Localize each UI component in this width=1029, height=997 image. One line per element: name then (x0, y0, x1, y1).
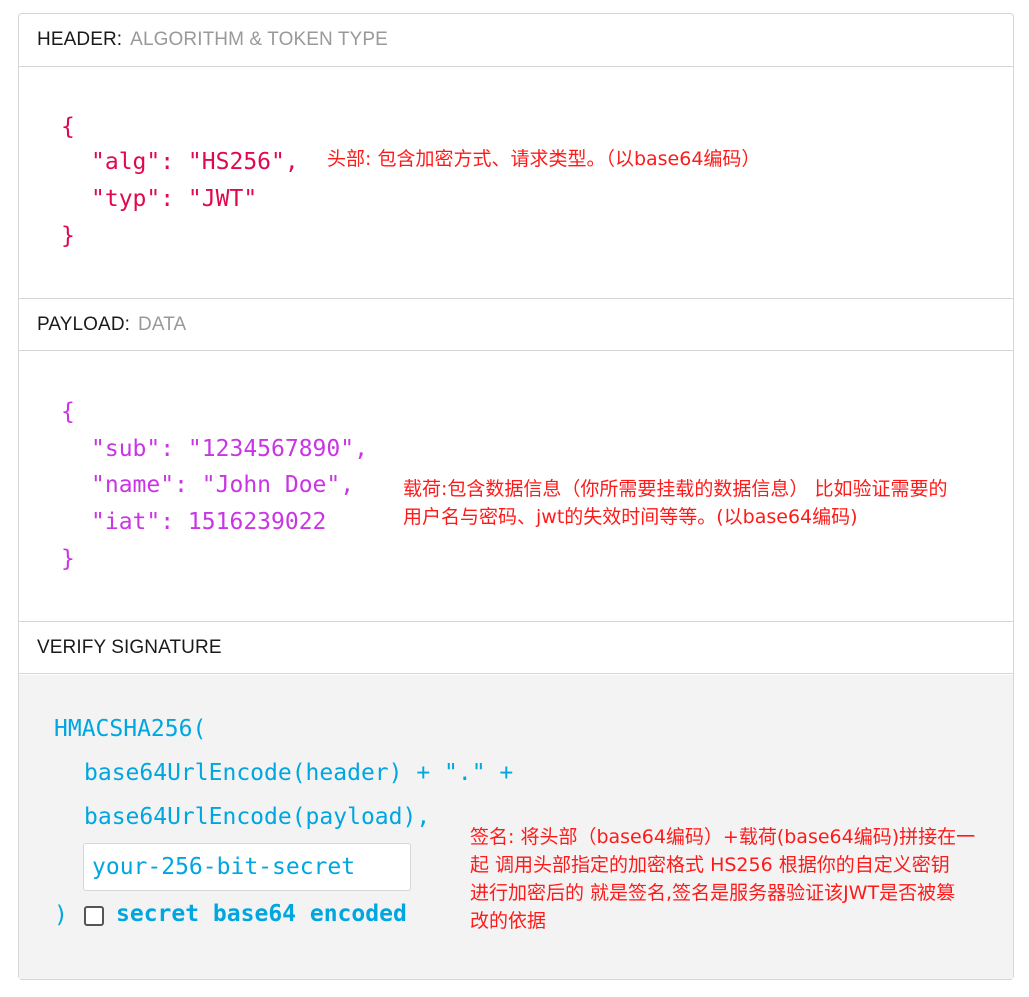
payload-title: PAYLOAD: (37, 313, 131, 335)
payload-name-line: "name": "John Doe", (91, 472, 355, 498)
payload-annotation-line2: 用户名与密码、jwt的失效时间等等。(以base64编码) (403, 506, 858, 528)
signature-annotation-line3: 进行加密后的 就是签名,签名是服务器验证该JWT是否被篡 (470, 882, 956, 904)
payload-section-title: PAYLOAD: DATA (19, 298, 1013, 351)
header-title: HEADER: (37, 29, 123, 50)
signature-close-paren: ) (54, 902, 68, 928)
jwt-decoder-panel: HEADER: ALGORITHM & TOKEN TYPE { "alg": … (18, 13, 1014, 980)
header-brace-open: { (61, 114, 75, 140)
secret-input[interactable] (83, 843, 411, 891)
signature-annotation: 签名: 将头部（base64编码）+载荷(base64编码)拼接在一 起 调用头… (470, 823, 1015, 935)
header-section-title: HEADER: ALGORITHM & TOKEN TYPE (19, 14, 1013, 67)
header-subtitle: ALGORITHM & TOKEN TYPE (130, 29, 388, 50)
base64-encoded-checkbox[interactable] (84, 906, 104, 926)
header-annotation: 头部: 包含加密方式、请求类型。（以base64编码） (327, 148, 761, 170)
signature-title: VERIFY SIGNATURE (37, 636, 222, 658)
signature-fn-open: HMACSHA256( (54, 716, 207, 742)
signature-annotation-line1: 签名: 将头部（base64编码）+载荷(base64编码)拼接在一 (470, 826, 976, 848)
payload-brace-open: { (61, 399, 75, 425)
signature-section-title: VERIFY SIGNATURE (19, 621, 1013, 674)
base64-encoded-label[interactable]: secret base64 encoded (116, 901, 407, 927)
header-typ-line: "typ": "JWT" (91, 186, 258, 212)
payload-annotation-line1: 载荷:包含数据信息（你所需要挂载的数据信息） 比如验证需要的 (403, 478, 948, 500)
payload-iat-line: "iat": 1516239022 (91, 509, 327, 535)
payload-sub-line: "sub": "1234567890", (91, 436, 368, 462)
signature-annotation-line4: 改的依据 (470, 910, 547, 932)
signature-body: HMACSHA256( base64UrlEncode(header) + ".… (19, 675, 1013, 979)
signature-line-payload: base64UrlEncode(payload), (84, 804, 431, 830)
header-alg-line: "alg": "HS256", (91, 149, 299, 175)
payload-annotation: 载荷:包含数据信息（你所需要挂载的数据信息） 比如验证需要的 用户名与密码、jw… (403, 475, 1011, 531)
signature-annotation-line2: 起 调用头部指定的加密格式 HS256 根据你的自定义密钥 (470, 854, 950, 876)
header-brace-close: } (61, 223, 75, 249)
payload-subtitle: DATA (138, 313, 187, 335)
payload-brace-close: } (61, 546, 75, 572)
signature-line-header: base64UrlEncode(header) + "." + (84, 760, 514, 786)
header-code-editor[interactable]: { "alg": "HS256", "typ": "JWT" } (19, 67, 1013, 299)
